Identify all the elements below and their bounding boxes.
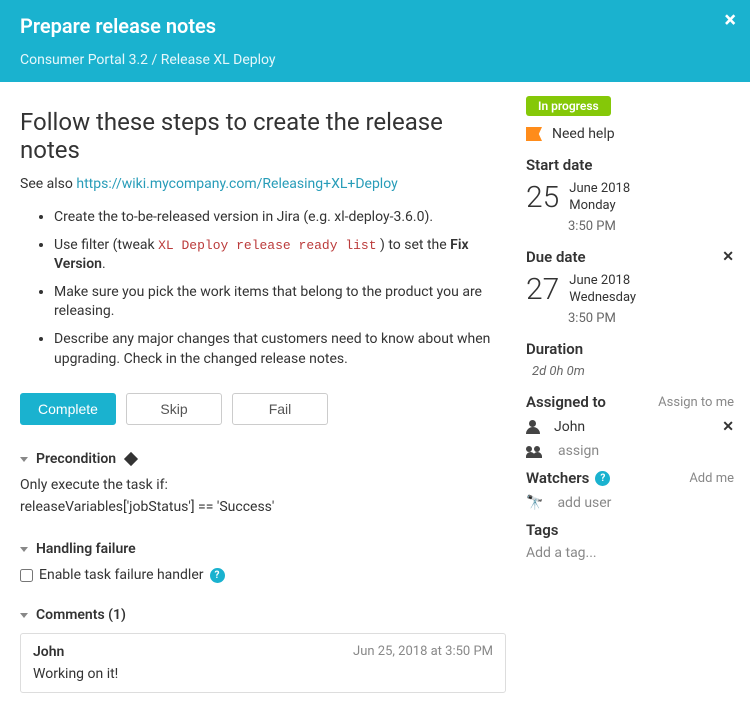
due-day: 27 [526,272,559,307]
text: . [102,256,106,272]
binoculars-icon: 🔭 [526,495,543,511]
start-month-year: June 2018 [569,181,630,197]
person-icon [526,420,540,434]
dialog-header: Prepare release notes Consumer Portal 3.… [0,0,750,82]
flag-icon [526,127,542,141]
start-day: 25 [526,180,559,215]
flag-label: Need help [552,126,615,142]
due-month-year: June 2018 [569,273,636,289]
start-date-title: Start date [526,156,734,174]
precondition-header[interactable]: Precondition [20,451,506,467]
section-title: Comments (1) [36,607,126,623]
section-title: Handling failure [36,541,136,557]
text: ) to set the [377,237,451,253]
checkbox-label: Enable task failure handler [39,567,204,583]
flag-row[interactable]: Need help [526,126,734,142]
chevron-down-icon [20,457,28,462]
comment-body: Working on it! [33,666,493,682]
start-time: 3:50 PM [568,219,734,234]
remove-assignee-icon[interactable]: ✕ [722,419,734,435]
code-snippet: XL Deploy release ready list [158,238,376,253]
precondition-intro: Only execute the task if: [20,477,506,493]
start-weekday: Monday [569,198,630,214]
comment-author: John [33,644,64,660]
help-icon[interactable]: ? [595,471,610,486]
assign-to-me-link[interactable]: Assign to me [658,395,734,410]
see-also-label: See also [20,176,73,192]
duration-value: 2d 0h 0m [532,364,734,379]
due-date-block[interactable]: 27 June 2018 Wednesday [526,272,734,307]
due-date-title: Due date [526,248,586,266]
duration-title: Duration [526,340,734,358]
due-weekday: Wednesday [569,290,636,306]
complete-button[interactable]: Complete [20,393,116,425]
start-date-block[interactable]: 25 June 2018 Monday [526,180,734,215]
due-time: 3:50 PM [568,311,734,326]
list-item: Make sure you pick the work items that b… [54,283,506,322]
chevron-down-icon [20,613,28,618]
failure-header[interactable]: Handling failure [20,541,506,557]
assign-placeholder[interactable]: assign [558,443,599,459]
help-icon[interactable]: ? [210,568,225,583]
steps-list: Create the to-be-released version in Jir… [20,208,506,369]
skip-button[interactable]: Skip [126,393,222,425]
close-icon[interactable]: × [724,10,736,32]
list-item: Create the to-be-released version in Jir… [54,208,506,228]
comment-item: John Jun 25, 2018 at 3:50 PM Working on … [20,633,506,693]
section-title: Precondition [36,451,116,467]
precondition-expression: releaseVariables['jobStatus'] == 'Succes… [20,499,506,515]
tags-title: Tags [526,521,734,539]
see-also-link[interactable]: https://wiki.mycompany.com/Releasing+XL+… [76,176,397,192]
list-item: Describe any major changes that customer… [54,330,506,369]
page-title: Follow these steps to create the release… [20,108,506,164]
comment-date: Jun 25, 2018 at 3:50 PM [353,644,493,660]
add-watcher-placeholder[interactable]: add user [557,495,611,511]
fail-button[interactable]: Fail [232,393,328,425]
see-also-line: See also https://wiki.mycompany.com/Rele… [20,176,506,192]
add-me-watcher-link[interactable]: Add me [689,471,734,486]
enable-failure-checkbox[interactable] [20,569,33,582]
people-icon [526,444,544,458]
comments-header[interactable]: Comments (1) [20,607,506,623]
status-badge: In progress [526,96,611,116]
action-buttons: Complete Skip Fail [20,393,506,425]
diamond-icon [124,452,138,466]
breadcrumb[interactable]: Consumer Portal 3.2 / Release XL Deploy [20,52,730,68]
assignee-name: John [554,419,585,435]
list-item: Use filter (tweak XL Deploy release read… [54,236,506,275]
chevron-down-icon [20,547,28,552]
dialog-title: Prepare release notes [20,14,730,38]
clear-due-date-icon[interactable]: ✕ [722,249,734,265]
text: Use filter (tweak [54,237,158,253]
tag-input[interactable]: Add a tag... [526,545,734,561]
assigned-title: Assigned to [526,393,606,411]
watchers-title: Watchers [526,469,589,487]
